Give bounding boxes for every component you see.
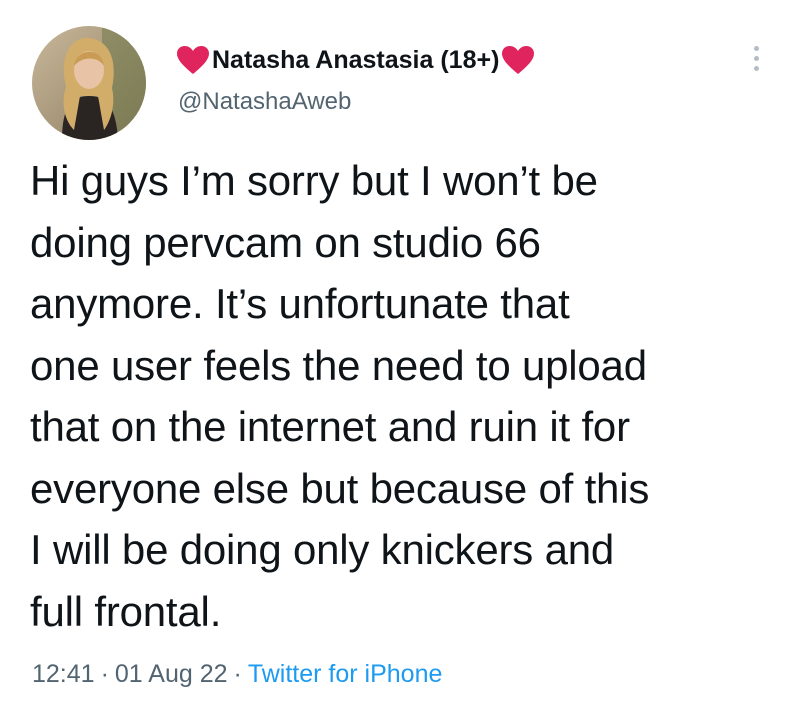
tweet-text-line: one user feels the need to upload (30, 341, 647, 389)
author-name-row[interactable]: Natasha Anastasia (18+) (176, 40, 535, 80)
tweet-text-line: that on the internet and ruin it for (30, 403, 630, 450)
source-link[interactable]: Twitter for iPhone (248, 660, 443, 688)
tweet-time[interactable]: 12:41 (32, 660, 95, 688)
display-name[interactable]: Natasha Anastasia (18+) (212, 46, 499, 75)
vertical-ellipsis-icon (753, 65, 759, 71)
tweet-card: Natasha Anastasia (18+) @NatashaAweb Hi … (0, 0, 800, 721)
tweet-text: Hi guys I’m sorry but I won’t be doing p… (30, 150, 780, 642)
tweet-text-line: anymore. It’s unfortunate that (30, 280, 570, 327)
tweet-text-line: Hi guys I’m sorry but I won’t be (30, 157, 598, 204)
more-options-button[interactable] (742, 38, 770, 78)
tweet-date[interactable]: 01 Aug 22 (115, 660, 228, 688)
tweet-text-line: I will be doing only knickers and (30, 526, 615, 573)
vertical-ellipsis-icon (753, 55, 759, 61)
tweet-text-line: full frontal. (30, 587, 222, 635)
author-handle[interactable]: @NatashaAweb (178, 88, 351, 116)
avatar[interactable] (32, 26, 146, 140)
separator: · (100, 660, 109, 688)
heart-icon (177, 46, 209, 74)
tweet-metadata: 12:41 · 01 Aug 22 · Twitter for iPhone (32, 660, 442, 689)
tweet-text-line: everyone else but because of this (30, 464, 650, 512)
heart-icon (502, 46, 535, 74)
profile-photo-icon (32, 26, 146, 140)
tweet-text-line: doing pervcam on studio 66 (30, 218, 541, 266)
separator: · (233, 660, 242, 688)
vertical-ellipsis-icon (753, 45, 759, 51)
